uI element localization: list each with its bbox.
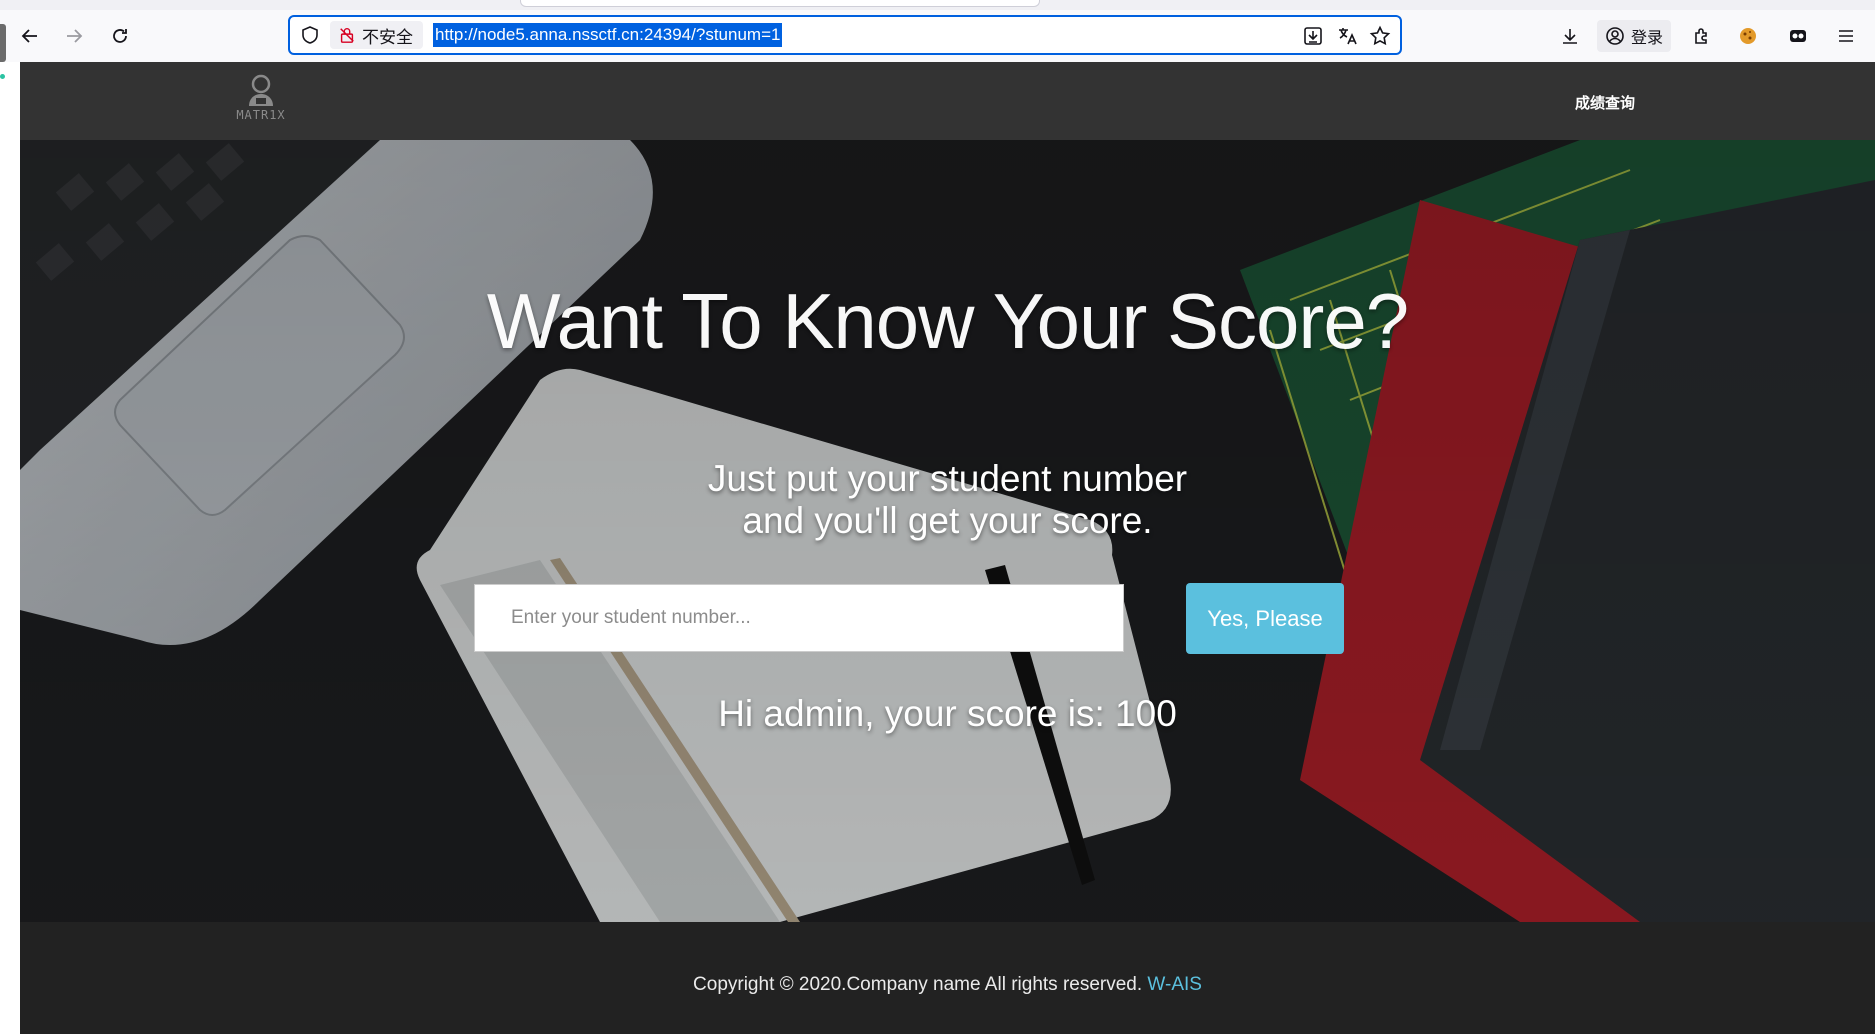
site-footer: Copyright © 2020.Company name All rights…	[20, 922, 1875, 1034]
login-label: 登录	[1631, 30, 1664, 47]
reload-icon[interactable]	[104, 20, 136, 52]
address-bar[interactable]: 不安全 http://node5.anna.nssctf.cn:24394/?s…	[288, 15, 1402, 55]
back-icon[interactable]	[14, 20, 46, 52]
sidebar-handle[interactable]	[0, 24, 6, 62]
downloads-icon[interactable]	[1554, 20, 1586, 52]
hero-subtitle: Just put your student number and you'll …	[20, 458, 1875, 542]
translate-icon[interactable]	[1336, 25, 1358, 47]
forward-icon[interactable]	[58, 20, 90, 52]
hero-section: Want To Know Your Score? Just put your s…	[20, 140, 1875, 922]
insecure-lock-icon	[340, 28, 354, 43]
student-number-input[interactable]	[474, 584, 1124, 652]
cookie-extension-icon[interactable]	[1732, 20, 1764, 52]
page-edge	[0, 62, 21, 1034]
site-navbar: MATR1X 成绩查询	[20, 62, 1875, 140]
tab-strip	[0, 0, 1875, 10]
browser-toolbar: 不安全 http://node5.anna.nssctf.cn:24394/?s…	[0, 10, 1875, 63]
tracking-shield-icon[interactable]	[300, 25, 320, 45]
web-page: MATR1X 成绩查询 Want To Know Your Score? Jus…	[20, 62, 1875, 1034]
account-login-button[interactable]: 登录	[1597, 20, 1672, 52]
copyright-text: Copyright © 2020.Company name All rights…	[20, 974, 1875, 996]
copyright-label: Copyright © 2020.Company name All rights…	[693, 974, 1143, 995]
save-page-icon[interactable]	[1302, 25, 1324, 47]
site-logo[interactable]: MATR1X	[232, 72, 290, 130]
nav-score-query-link[interactable]: 成绩查询	[1575, 92, 1635, 113]
insecure-connection-indicator[interactable]: 不安全	[330, 21, 423, 49]
account-icon	[1606, 27, 1624, 45]
menu-icon[interactable]	[1830, 20, 1862, 52]
extensions-icon[interactable]	[1686, 20, 1718, 52]
insecure-label: 不安全	[362, 27, 413, 47]
active-tab[interactable]	[520, 0, 1040, 7]
logo-text: MATR1X	[236, 108, 286, 122]
yes-please-button[interactable]: Yes, Please	[1186, 583, 1344, 654]
bookmark-star-icon[interactable]	[1369, 25, 1391, 47]
url-text[interactable]: http://node5.anna.nssctf.cn:24394/?stunu…	[433, 23, 783, 47]
score-result: Hi admin, your score is: 100	[718, 693, 1177, 734]
hero-subtitle-line-2: and you'll get your score.	[742, 500, 1153, 541]
hero-subtitle-line-1: Just put your student number	[707, 458, 1188, 499]
mask-extension-icon[interactable]	[1782, 20, 1814, 52]
hero-title: Want To Know Your Score?	[486, 277, 1409, 365]
footer-link[interactable]: W-AIS	[1147, 974, 1202, 995]
status-dot	[0, 74, 5, 79]
